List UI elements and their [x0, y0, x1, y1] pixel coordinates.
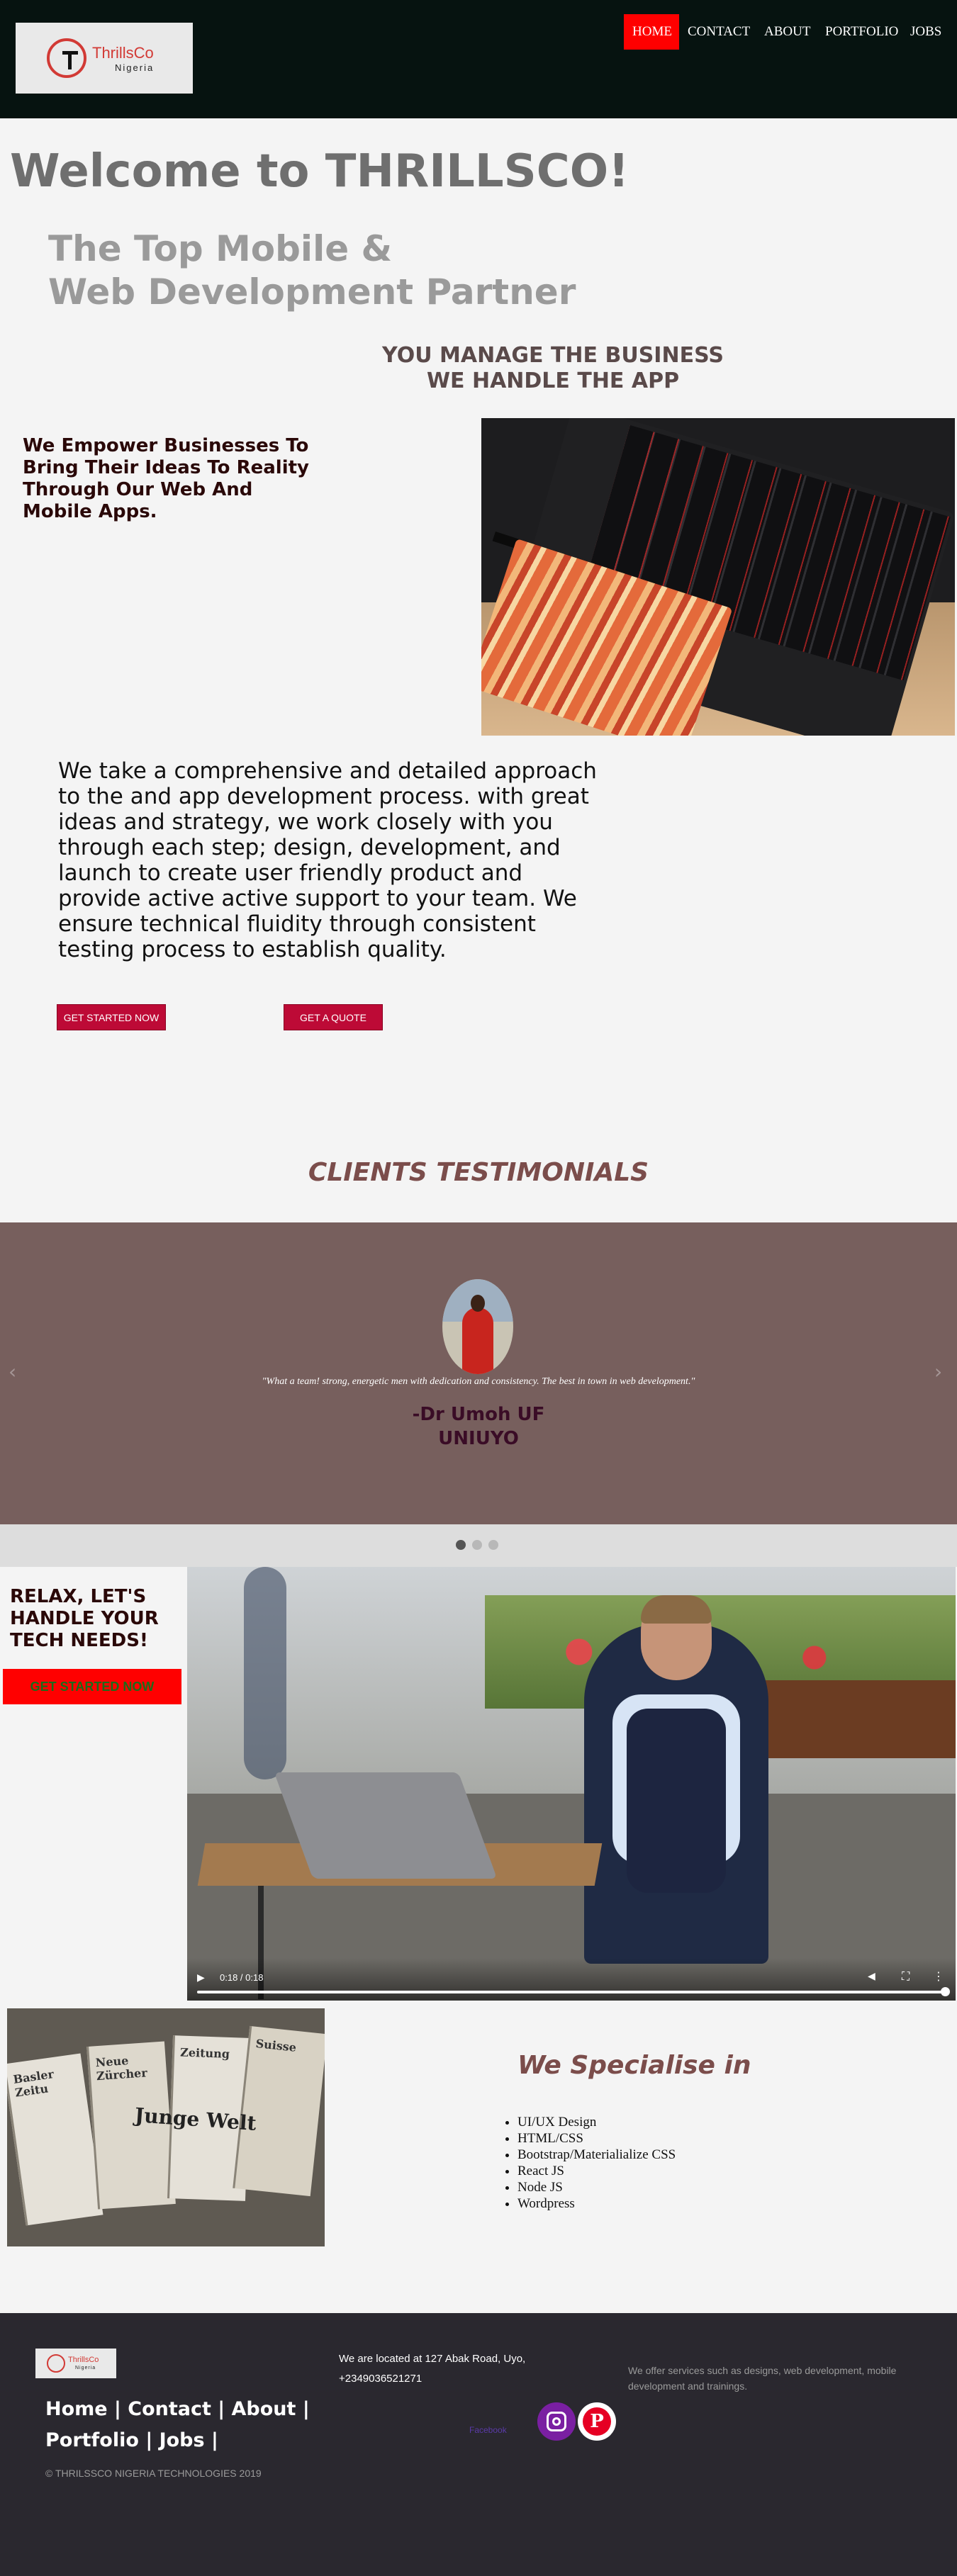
carousel-dot[interactable] — [456, 1540, 466, 1550]
list-item: Bootstrap/Materialialize CSS — [517, 2147, 676, 2163]
site-logo[interactable]: ThrillsCo Nigeria — [16, 23, 193, 94]
get-quote-button[interactable]: GET A QUOTE — [284, 1004, 383, 1030]
video-controls: ▶ 0:18 / 0:18 ◀ ⛶ ⋮ — [187, 1958, 956, 2001]
avatar-figure — [462, 1307, 493, 1374]
logo-mark-icon — [47, 2354, 65, 2373]
logo-mark-icon — [47, 38, 86, 78]
instagram-icon[interactable] — [537, 2402, 576, 2441]
site-footer: ThrillsCo Nigeria Home | Contact | About… — [0, 2313, 957, 2576]
video-laptop — [274, 1772, 498, 1879]
video-progress-handle[interactable] — [941, 1987, 950, 1996]
play-icon[interactable]: ▶ — [197, 1972, 205, 1984]
video-passerby — [244, 1567, 286, 1779]
footer-logo-subtitle: Nigeria — [75, 2366, 96, 2370]
list-item: UI/UX Design — [517, 2114, 676, 2130]
instagram-lens — [552, 2417, 561, 2426]
promo-video[interactable]: ▶ 0:18 / 0:18 ◀ ⛶ ⋮ — [187, 1567, 956, 2001]
list-item: HTML/CSS — [517, 2130, 676, 2147]
tagline-line-2: Web Development Partner — [48, 271, 576, 313]
get-started-button[interactable]: GET STARTED NOW — [57, 1004, 166, 1030]
footer-phone: +2349036521271 — [339, 2373, 422, 2385]
list-item: React JS — [517, 2163, 676, 2179]
logo-t-stem — [68, 51, 72, 69]
slogan-line-2: WE HANDLE THE APP — [426, 369, 680, 393]
pinterest-glyph: P — [583, 2407, 611, 2436]
list-item: Node JS — [517, 2179, 676, 2195]
newspaper-masthead: Suisse — [254, 2036, 297, 2054]
footer-address: We are located at 127 Abak Road, Uyo, — [339, 2353, 526, 2365]
tagline-line-1: The Top Mobile & — [48, 228, 393, 269]
testimonial-author: -Dr Umoh UF — [412, 1404, 545, 1425]
fullscreen-icon[interactable]: ⛶ — [902, 1969, 910, 1984]
nav-link-about[interactable]: ABOUT — [756, 14, 819, 50]
empower-statement: We Empower Businesses To Bring Their Ide… — [23, 435, 309, 522]
nav-link-home[interactable]: HOME — [624, 14, 679, 50]
avatar-head — [471, 1295, 485, 1312]
video-man-vest — [627, 1709, 726, 1893]
copyright: © THRILSSCO NIGERIA TECHNOLOGIES 2019 — [45, 2468, 262, 2479]
nav-link-portfolio[interactable]: PORTFOLIO — [817, 14, 907, 50]
footer-links-row-2[interactable]: Portfolio | Jobs | — [45, 2429, 218, 2451]
testimonial-quote: "What a team! strong, energetic men with… — [262, 1376, 695, 1387]
top-navbar: ThrillsCo Nigeria HOME CONTACT ABOUT POR… — [0, 0, 957, 118]
cta-get-started-button[interactable]: GET STARTED NOW — [3, 1669, 181, 1704]
newspapers-image: Basler Zeitu Neue Zürcher Zeitung Suisse… — [7, 2008, 325, 2246]
newspaper-masthead: Zeitung — [179, 2045, 230, 2061]
slogan-line-1: YOU MANAGE THE BUSINESS — [382, 343, 724, 368]
nav-link-jobs[interactable]: JOBS — [902, 14, 950, 50]
footer-logo[interactable]: ThrillsCo Nigeria — [35, 2349, 116, 2378]
footer-services: We offer services such as designs, web d… — [628, 2365, 897, 2392]
testimonials-heading: CLIENTS TESTIMONIALS — [308, 1158, 649, 1187]
specialise-heading: We Specialise in — [517, 2051, 751, 2080]
laptop-money-image — [481, 418, 955, 736]
testimonial-carousel: ‹ › "What a team! strong, energetic men … — [0, 1222, 957, 1524]
relax-heading: RELAX, LET'S HANDLE YOUR TECH NEEDS! — [10, 1586, 159, 1651]
client-avatar — [442, 1279, 513, 1374]
footer-logo-name: ThrillsCo — [68, 2356, 99, 2364]
newspaper-masthead: Neue Zürcher — [95, 2054, 148, 2083]
list-item: Wordpress — [517, 2195, 676, 2212]
more-options-icon[interactable]: ⋮ — [933, 1969, 944, 1983]
video-time: 0:18 / 0:18 — [220, 1972, 264, 1983]
about-paragraph: We take a comprehensive and detailed app… — [58, 758, 597, 962]
carousel-dot[interactable] — [488, 1540, 498, 1550]
logo-subtitle: Nigeria — [115, 62, 155, 73]
footer-links-row-1[interactable]: Home | Contact | About | — [45, 2398, 310, 2420]
carousel-dot[interactable] — [472, 1540, 482, 1550]
carousel-indicators — [0, 1524, 957, 1567]
volume-icon[interactable]: ◀ — [868, 1971, 875, 1982]
facebook-icon[interactable]: Facebook — [469, 2425, 507, 2435]
pinterest-icon[interactable]: P — [578, 2402, 616, 2441]
video-man-hair — [641, 1595, 712, 1624]
newspaper-masthead: Basler Zeitu — [12, 2067, 55, 2100]
video-progress-bar[interactable] — [197, 1991, 946, 1993]
welcome-heading: Welcome to THRILLSCO! — [10, 145, 629, 198]
testimonial-organization: UNIUYO — [438, 1428, 519, 1449]
nav-link-contact[interactable]: CONTACT — [679, 14, 759, 50]
logo-name: ThrillsCo — [92, 44, 154, 62]
specialise-list: UI/UX Design HTML/CSS Bootstrap/Material… — [505, 2114, 676, 2212]
